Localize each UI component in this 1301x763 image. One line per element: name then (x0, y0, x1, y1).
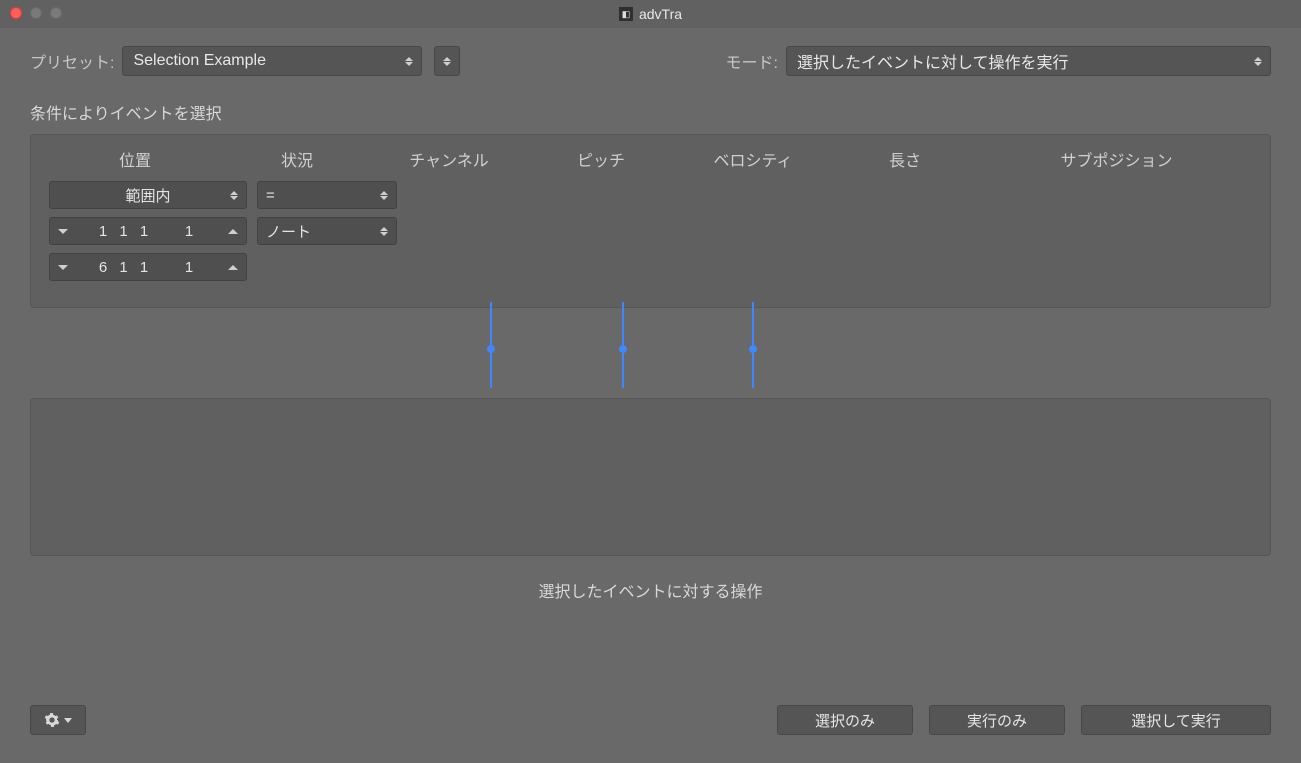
chevron-down-icon (64, 718, 72, 723)
gear-icon (44, 712, 60, 728)
chevron-down-icon[interactable] (50, 254, 76, 280)
preset-dropdown[interactable]: Selection Example (122, 46, 422, 76)
mode-value: 選択したイベントに対して操作を実行 (797, 49, 1069, 73)
col-length: 長さ (829, 147, 981, 171)
column-divider-handle[interactable] (622, 302, 624, 388)
updown-icon (1252, 47, 1264, 75)
settings-button[interactable] (30, 705, 86, 735)
updown-icon (378, 182, 390, 208)
select-conditions-title: 条件によりイベントを選択 (30, 100, 1271, 124)
updown-icon (378, 218, 390, 244)
mode-label: モード: (726, 49, 778, 73)
select-only-label: 選択のみ (815, 710, 875, 731)
range-to-field[interactable]: 6 1 1 1 (49, 253, 247, 281)
mode-dropdown[interactable]: 選択したイベントに対して操作を実行 (786, 46, 1271, 76)
chevron-down-icon[interactable] (50, 218, 76, 244)
operations-panel (30, 398, 1271, 556)
execute-only-label: 実行のみ (967, 710, 1027, 731)
chevron-up-icon[interactable] (220, 218, 246, 244)
status-operator-value: = (266, 187, 275, 204)
zoom-window-button[interactable] (50, 7, 62, 19)
updown-icon (403, 47, 415, 75)
range-to-value: 6 1 1 1 (76, 259, 220, 276)
execute-only-button[interactable]: 実行のみ (929, 705, 1065, 735)
col-position: 位置 (49, 147, 221, 171)
range-from-value: 1 1 1 1 (76, 223, 220, 240)
status-type-dropdown[interactable]: ノート (257, 217, 397, 245)
criteria-panel: 位置 状況 チャンネル ピッチ ベロシティ 長さ サブポジション 範囲内 = 1… (30, 134, 1271, 308)
col-channel: チャンネル (373, 147, 525, 171)
updown-icon (228, 182, 240, 208)
position-mode-dropdown[interactable]: 範囲内 (49, 181, 247, 209)
updown-icon (441, 57, 453, 66)
select-only-button[interactable]: 選択のみ (777, 705, 913, 735)
col-pitch: ピッチ (525, 147, 677, 171)
range-from-field[interactable]: 1 1 1 1 (49, 217, 247, 245)
column-headers: 位置 状況 チャンネル ピッチ ベロシティ 長さ サブポジション (49, 147, 1252, 171)
preset-label: プリセット: (30, 49, 114, 73)
close-window-button[interactable] (10, 7, 22, 19)
window-title-text: advTra (639, 6, 682, 22)
column-divider-handle[interactable] (490, 302, 492, 388)
window-controls (10, 7, 62, 19)
titlebar: ◧ advTra (0, 0, 1301, 28)
status-type-value: ノート (266, 221, 311, 242)
column-divider-handle[interactable] (752, 302, 754, 388)
divider-handles (30, 318, 1271, 398)
col-velocity: ベロシティ (677, 147, 829, 171)
select-and-execute-button[interactable]: 選択して実行 (1081, 705, 1271, 735)
col-subposition: サブポジション (981, 147, 1252, 171)
chevron-up-icon[interactable] (220, 254, 246, 280)
minimize-window-button[interactable] (30, 7, 42, 19)
operations-title: 選択したイベントに対する操作 (30, 578, 1271, 602)
preset-value: Selection Example (133, 52, 266, 70)
status-operator-dropdown[interactable]: = (257, 181, 397, 209)
select-and-execute-label: 選択して実行 (1131, 710, 1221, 731)
col-status: 状況 (221, 147, 373, 171)
window-title: ◧ advTra (619, 6, 682, 22)
position-mode-value: 範囲内 (125, 185, 170, 206)
preset-extra-button[interactable] (434, 46, 460, 76)
app-icon: ◧ (619, 7, 633, 21)
